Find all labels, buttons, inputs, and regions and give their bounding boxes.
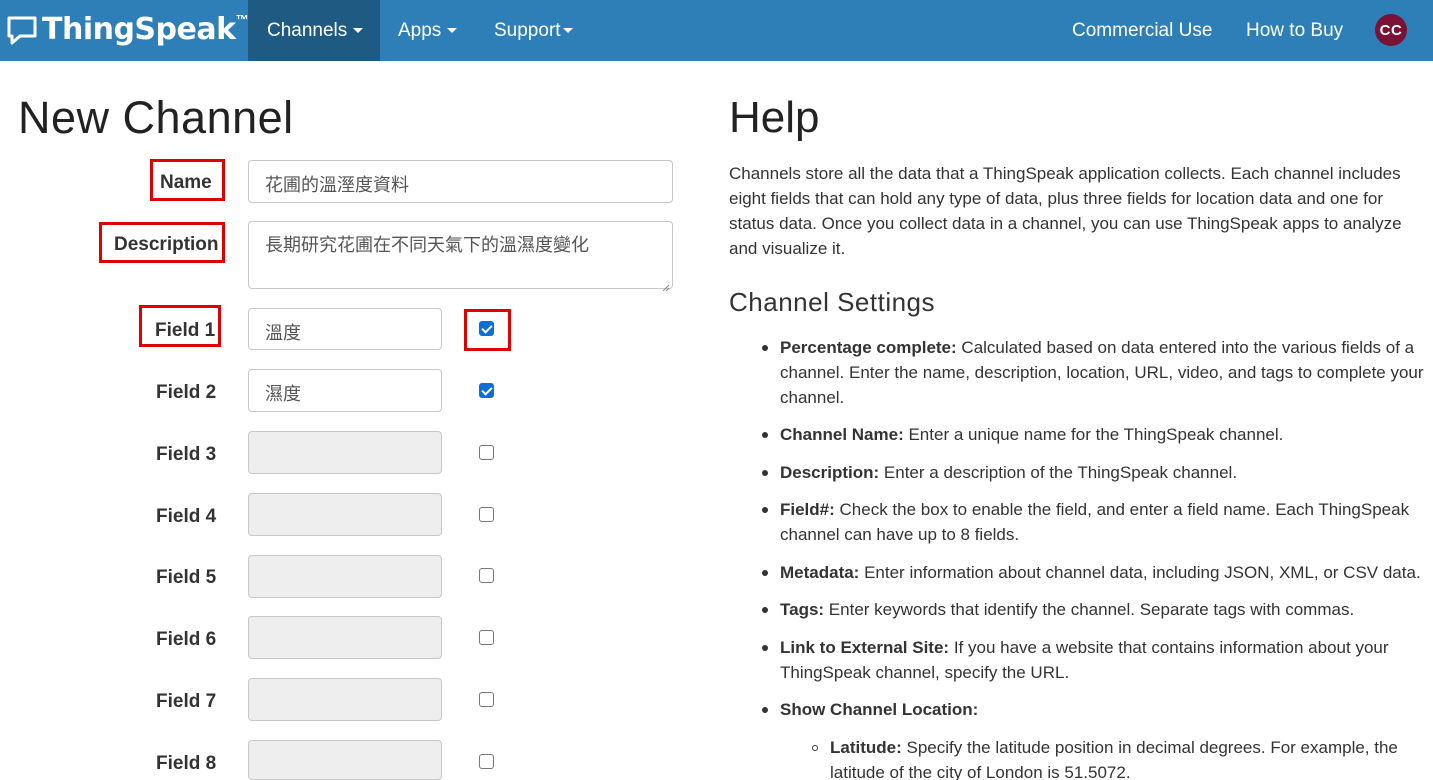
brand-name: ThingSpeak (42, 12, 236, 47)
field3-enable-checkbox[interactable] (479, 445, 494, 460)
field5-label: Field 5 (156, 567, 217, 588)
bullet-icon (762, 707, 768, 713)
help-text: Check the box to enable the field, and e… (780, 500, 1410, 544)
help-term: Percentage complete: (780, 338, 957, 357)
nav-support-menu[interactable]: Support (494, 0, 573, 61)
help-term: Description: (780, 463, 880, 482)
bullet-icon (762, 570, 768, 576)
help-text: Enter a unique name for the ThingSpeak c… (903, 425, 1284, 444)
field2-enable-checkbox[interactable] (479, 383, 494, 398)
help-item-metadata: Metadata: Enter information about channe… (780, 560, 1425, 585)
name-label: Name (160, 172, 212, 193)
nav-apps-menu[interactable]: Apps (398, 0, 458, 61)
field6-enable-checkbox[interactable] (479, 630, 494, 645)
help-item-external-site: Link to External Site: If you have a web… (780, 635, 1425, 685)
sub-bullet-icon (812, 745, 818, 751)
field8-input[interactable] (248, 740, 442, 780)
nav-channels-menu[interactable]: Channels (248, 0, 380, 61)
chevron-down-icon (562, 28, 573, 33)
speech-bubble-icon (6, 14, 38, 46)
help-term: Metadata: (780, 563, 860, 582)
thingspeak-logo[interactable]: ThingSpeak ™ (6, 10, 249, 50)
help-term: Latitude: (830, 738, 902, 757)
resize-handle-icon[interactable] (660, 276, 670, 292)
field6-input[interactable] (248, 616, 442, 659)
field8-enable-checkbox[interactable] (479, 754, 494, 769)
description-text: 長期研究花圃在不同天氣下的溫濕度變化 (265, 235, 589, 256)
help-text: Specify the latitude position in decimal… (830, 738, 1398, 780)
help-text: Enter information about channel data, in… (859, 563, 1421, 582)
bullet-icon (762, 345, 768, 351)
field2-label: Field 2 (156, 382, 217, 403)
chevron-down-icon (447, 28, 458, 33)
chevron-down-icon (353, 28, 364, 33)
nav-how-to-buy-link[interactable]: How to Buy (1246, 0, 1343, 61)
field8-label: Field 8 (156, 753, 217, 774)
bullet-icon (762, 645, 768, 651)
help-item-description: Description: Enter a description of the … (780, 460, 1425, 485)
field4-enable-checkbox[interactable] (479, 507, 494, 522)
field6-label: Field 6 (156, 629, 217, 650)
help-text: Enter keywords that identify the channel… (824, 600, 1355, 619)
nav-commercial-use-link[interactable]: Commercial Use (1072, 0, 1212, 61)
field2-input[interactable]: 濕度 (248, 369, 442, 412)
field1-enable-checkbox[interactable] (479, 321, 494, 336)
help-term: Field#: (780, 500, 835, 519)
bullet-icon (762, 507, 768, 513)
description-label: Description (114, 234, 219, 255)
field5-input[interactable] (248, 555, 442, 598)
nav-support-label: Support (494, 19, 561, 41)
bullet-icon (762, 432, 768, 438)
field7-enable-checkbox[interactable] (479, 692, 494, 707)
user-avatar[interactable]: CC (1375, 14, 1407, 46)
help-subitem-latitude: Latitude: Specify the latitude position … (830, 735, 1425, 780)
help-intro-text: Channels store all the data that a Thing… (729, 164, 1402, 258)
help-item-field: Field#: Check the box to enable the fiel… (780, 497, 1425, 547)
field4-label: Field 4 (156, 506, 217, 527)
channel-settings-heading: Channel Settings (729, 287, 936, 317)
help-text: Enter a description of the ThingSpeak ch… (879, 463, 1238, 482)
page-title: New Channel (18, 92, 294, 143)
nav-apps-label: Apps (398, 19, 442, 41)
field1-label: Field 1 (155, 320, 216, 341)
field7-label: Field 7 (156, 691, 217, 712)
bullet-icon (762, 607, 768, 613)
field3-label: Field 3 (156, 444, 217, 465)
help-item-channel-name: Channel Name: Enter a unique name for th… (780, 422, 1425, 447)
bullet-icon (762, 470, 768, 476)
nav-channels-label: Channels (267, 19, 348, 41)
help-item-tags: Tags: Enter keywords that identify the c… (780, 597, 1425, 622)
field3-input[interactable] (248, 431, 442, 474)
top-navbar: ThingSpeak ™ Channels Apps Support Comme… (0, 0, 1433, 61)
help-item-percentage-complete: Percentage complete: Calculated based on… (780, 335, 1425, 410)
channel-description-textarea[interactable]: 長期研究花圃在不同天氣下的溫濕度變化 (248, 221, 673, 292)
help-title: Help (729, 93, 820, 142)
help-term: Channel Name: (780, 425, 904, 444)
help-term: Show Channel Location: (780, 700, 979, 719)
help-term: Link to External Site: (780, 638, 950, 657)
field4-input[interactable] (248, 493, 442, 536)
field5-enable-checkbox[interactable] (479, 568, 494, 583)
trademark-symbol: ™ (235, 12, 249, 27)
channel-name-input[interactable]: 花圃的溫溼度資料 (248, 160, 673, 203)
help-term: Tags: (780, 600, 825, 619)
field7-input[interactable] (248, 678, 442, 721)
field1-input[interactable]: 溫度 (248, 308, 442, 350)
help-item-show-location: Show Channel Location: (780, 697, 1425, 722)
